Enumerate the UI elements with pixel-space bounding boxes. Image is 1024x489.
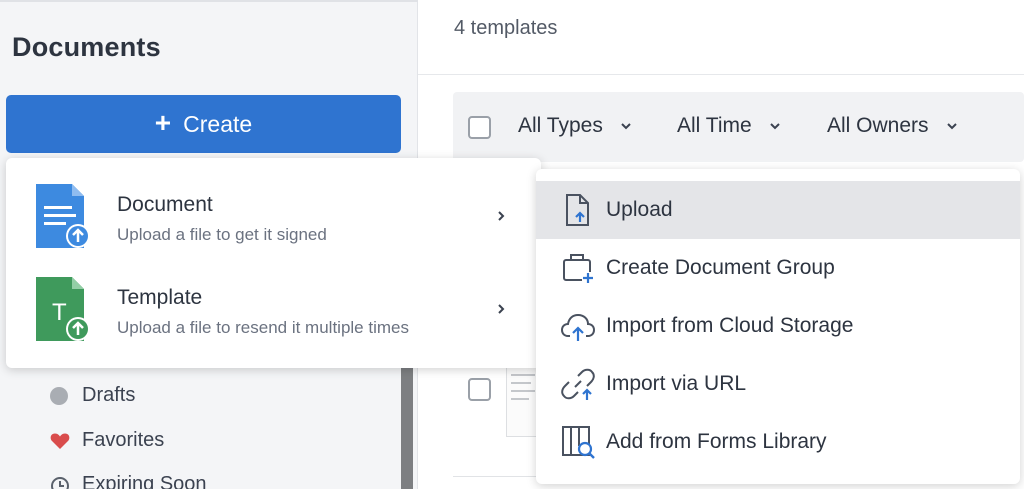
create-button[interactable]: + Create	[6, 95, 401, 153]
submenu-item-forms-library[interactable]: Add from Forms Library	[536, 413, 1020, 471]
cloud-upload-icon	[560, 313, 596, 341]
chevron-down-icon	[946, 123, 957, 130]
chevron-down-icon	[621, 123, 631, 130]
row-divider	[453, 476, 543, 477]
filter-all-time[interactable]: All Time	[677, 114, 782, 138]
menu-item-template[interactable]: T Template Upload a file to resend it mu…	[6, 263, 541, 356]
dot-icon	[50, 386, 68, 405]
clock-icon	[50, 476, 69, 489]
sidebar-top-divider	[0, 0, 418, 2]
forms-library-icon	[562, 426, 595, 459]
document-submenu: Upload Create Document Group Import from…	[536, 169, 1020, 484]
filter-bar: All Types All Time All Owners	[453, 92, 1024, 162]
sidebar-item-label: Favorites	[82, 429, 165, 451]
page-title: Documents	[12, 32, 161, 62]
submenu-item-label: Create Document Group	[606, 256, 835, 279]
file-upload-icon	[566, 194, 589, 226]
filter-label: All Time	[677, 114, 752, 137]
row-checkbox[interactable]	[468, 378, 491, 401]
filter-all-types[interactable]: All Types	[518, 114, 633, 138]
select-all-checkbox[interactable]	[468, 116, 491, 139]
menu-item-description: Upload a file to resend it multiple time…	[117, 318, 409, 337]
submenu-item-import-cloud[interactable]: Import from Cloud Storage	[536, 297, 1020, 355]
link-icon	[561, 368, 595, 400]
template-icon-letter: T	[52, 299, 67, 326]
menu-item-title: Document	[117, 193, 213, 216]
submenu-item-label: Import via URL	[606, 372, 747, 395]
chevron-right-icon	[498, 211, 505, 221]
sidebar-item-drafts[interactable]: Drafts	[50, 384, 135, 407]
heart-icon	[50, 432, 70, 450]
filter-all-owners[interactable]: All Owners	[827, 114, 959, 138]
document-upload-icon	[36, 184, 88, 248]
plus-icon: +	[154, 106, 172, 138]
main-header: 4 templates	[418, 0, 1024, 75]
document-group-icon	[563, 254, 594, 284]
submenu-item-label: Add from Forms Library	[606, 430, 827, 453]
sidebar-item-label: Expiring Soon	[82, 473, 207, 489]
submenu-item-create-document-group[interactable]: Create Document Group	[536, 239, 1020, 297]
menu-item-description: Upload a file to get it signed	[117, 225, 327, 244]
create-button-label: Create	[183, 110, 253, 137]
sidebar-item-favorites[interactable]: Favorites	[50, 429, 164, 452]
submenu-item-import-url[interactable]: Import via URL	[536, 355, 1020, 413]
menu-item-document[interactable]: Document Upload a file to get it signed	[6, 170, 541, 263]
chevron-right-icon	[498, 304, 505, 314]
chevron-down-icon	[769, 123, 780, 130]
sidebar-item-label: Drafts	[82, 384, 136, 406]
submenu-item-label: Import from Cloud Storage	[606, 314, 854, 337]
submenu-item-upload[interactable]: Upload	[536, 181, 1020, 239]
sidebar-item-expiring-soon[interactable]: Expiring Soon	[50, 473, 207, 489]
template-count: 4 templates	[454, 17, 558, 39]
filter-label: All Owners	[827, 114, 929, 137]
menu-item-title: Template	[117, 286, 203, 309]
filter-label: All Types	[518, 114, 603, 137]
create-dropdown-menu: Document Upload a file to get it signed …	[6, 158, 541, 368]
submenu-item-label: Upload	[606, 198, 673, 221]
